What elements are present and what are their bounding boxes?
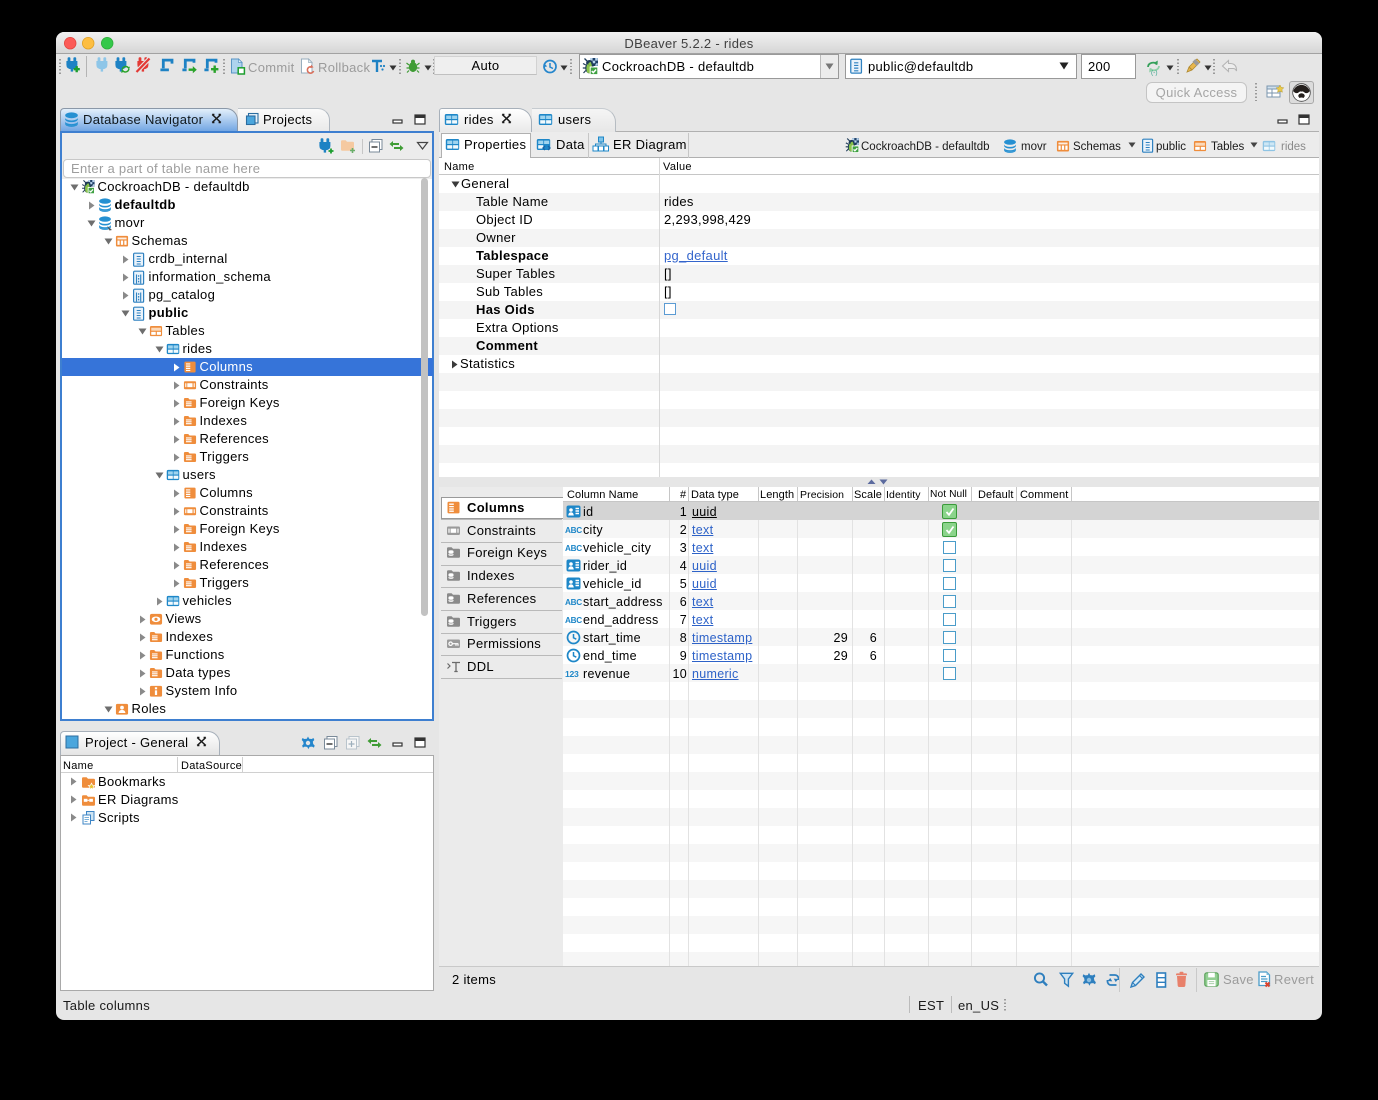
svg-text:ABC: ABC (565, 616, 582, 625)
svg-text:(-): (-) (1151, 70, 1158, 77)
svg-text:ABC: ABC (565, 598, 582, 607)
svg-text:123: 123 (565, 669, 579, 679)
svg-text:ABC: ABC (565, 544, 582, 553)
svg-text:ABC: ABC (565, 526, 582, 535)
